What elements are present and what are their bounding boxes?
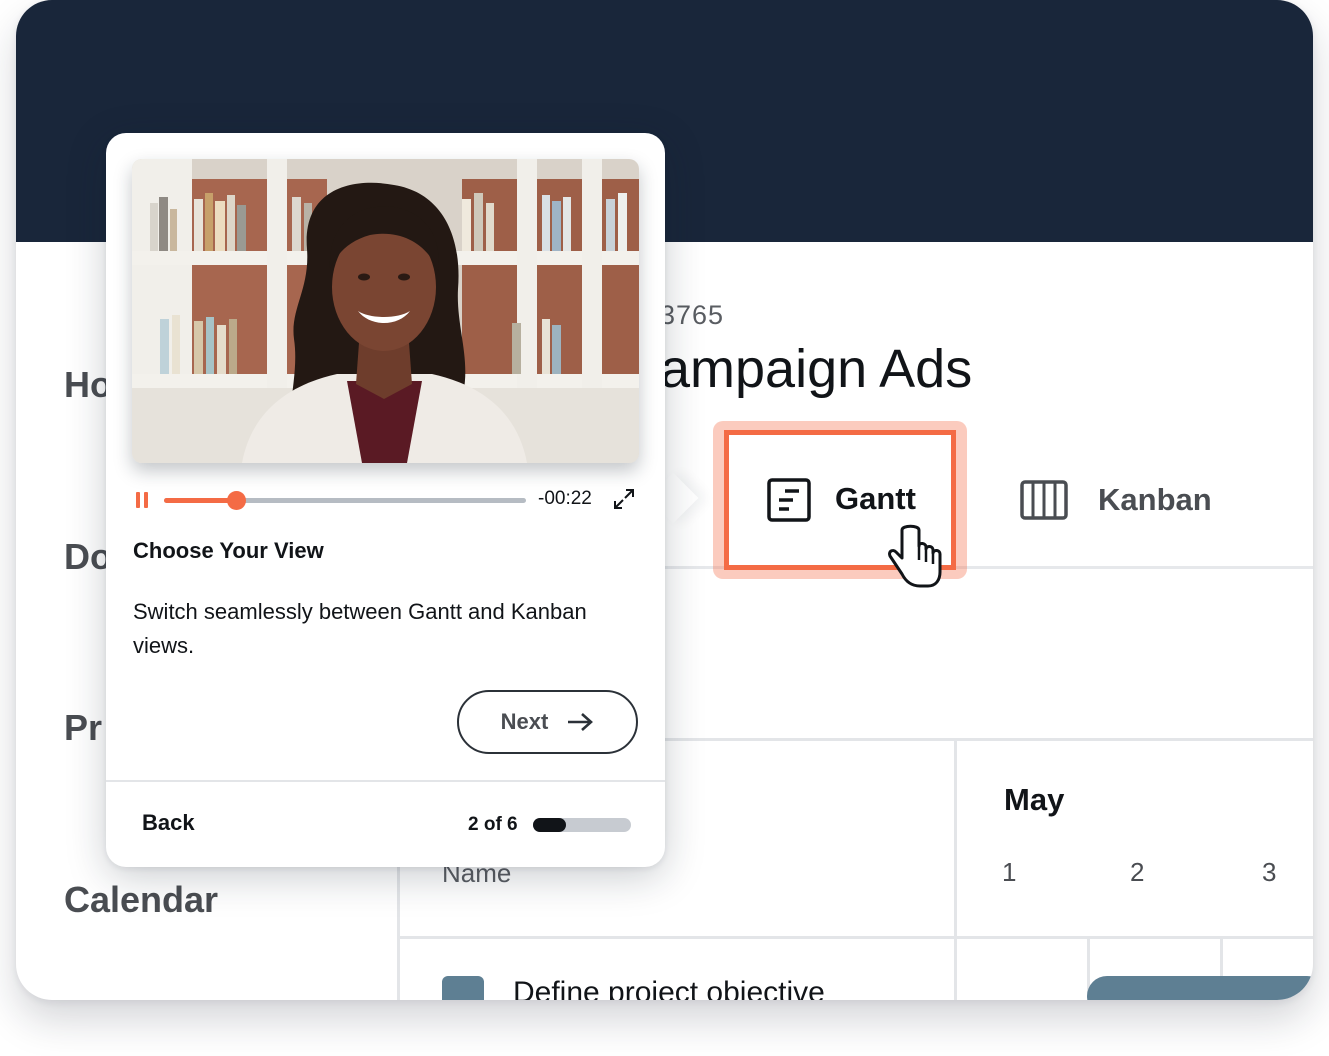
gantt-task-bar[interactable] bbox=[1087, 976, 1313, 1000]
step-progress-bar bbox=[533, 818, 631, 832]
fullscreen-icon[interactable] bbox=[612, 487, 636, 511]
sidebar-item-docs[interactable]: Do bbox=[64, 536, 112, 578]
header-row-border bbox=[400, 936, 1313, 939]
back-button[interactable]: Back bbox=[142, 810, 195, 836]
month-label: May bbox=[1004, 782, 1065, 817]
task-color-chip bbox=[442, 976, 484, 1000]
arrow-right-icon bbox=[568, 713, 594, 731]
task-name[interactable]: Define project objective bbox=[513, 976, 825, 1000]
kanban-board-icon bbox=[1020, 480, 1068, 520]
tab-gantt-label: Gantt bbox=[835, 481, 916, 516]
day-label: 2 bbox=[1130, 857, 1145, 887]
video-time-remaining: -00:22 bbox=[538, 488, 592, 509]
name-column-divider bbox=[954, 738, 957, 1000]
day-label: 1 bbox=[1002, 857, 1017, 887]
pause-icon[interactable] bbox=[136, 492, 150, 508]
next-button[interactable]: Next bbox=[457, 690, 638, 754]
video-progress-fill bbox=[164, 498, 237, 503]
tour-video[interactable] bbox=[132, 159, 639, 463]
project-id: 3765 bbox=[660, 300, 725, 330]
video-progress-bar[interactable] bbox=[164, 491, 526, 510]
video-progress-knob[interactable] bbox=[227, 491, 247, 510]
tab-kanban[interactable]: Kanban bbox=[1020, 470, 1250, 530]
tab-kanban-label: Kanban bbox=[1098, 482, 1212, 517]
step-counter: 2 of 6 bbox=[468, 814, 518, 835]
sidebar-item-projects[interactable]: Pr bbox=[64, 707, 102, 749]
step-progress-fill bbox=[533, 818, 566, 832]
presenter-video-frame bbox=[132, 159, 639, 463]
sidebar-item-home[interactable]: Ho bbox=[64, 364, 112, 406]
tour-footer-divider bbox=[106, 780, 665, 782]
day-label: 3 bbox=[1262, 857, 1277, 887]
next-button-label: Next bbox=[500, 709, 549, 734]
sidebar-item-calendar[interactable]: Calendar bbox=[64, 879, 218, 921]
page-title: ampaign Ads bbox=[660, 339, 973, 399]
pointer-hand-icon bbox=[888, 524, 942, 588]
video-controls: -00:22 bbox=[134, 483, 639, 517]
tour-heading: Choose Your View bbox=[133, 538, 324, 563]
tour-popover: -00:22 Choose Your View Switch seamlessl… bbox=[106, 133, 665, 867]
table-top-border bbox=[660, 738, 1313, 741]
tour-body-text: Switch seamlessly between Gantt and Kanb… bbox=[133, 599, 587, 658]
gantt-chart-icon bbox=[767, 478, 811, 522]
